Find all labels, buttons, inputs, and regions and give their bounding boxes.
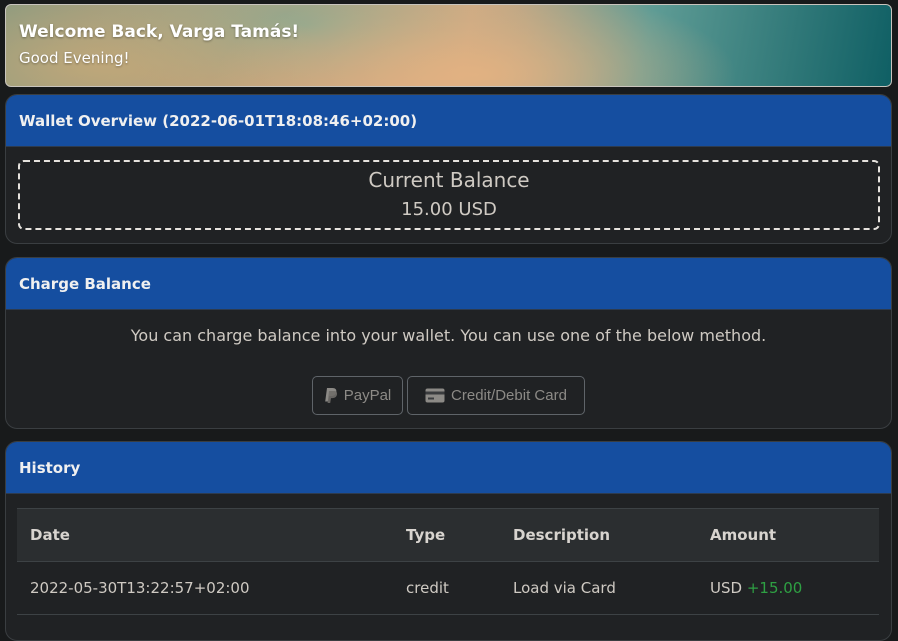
current-balance-label: Current Balance xyxy=(368,168,530,192)
row-date: 2022-05-30T13:22:57+02:00 xyxy=(17,561,393,615)
paypal-icon xyxy=(324,387,338,404)
current-balance-value: 15.00 USD xyxy=(401,199,497,220)
credit-debit-card-button[interactable]: Credit/Debit Card xyxy=(407,376,585,415)
charge-balance-header: Charge Balance xyxy=(6,258,891,310)
wallet-overview-header: Wallet Overview (2022-06-01T18:08:46+02:… xyxy=(6,95,891,147)
welcome-title: Welcome Back, Varga Tamás! xyxy=(19,22,300,42)
row-description: Load via Card xyxy=(500,561,697,615)
row-amount-currency: USD xyxy=(710,579,743,597)
charge-balance-card: Charge Balance You can charge balance in… xyxy=(5,257,892,429)
column-header-amount: Amount xyxy=(697,508,879,562)
history-header: History xyxy=(6,442,891,494)
paypal-button[interactable]: PayPal xyxy=(312,376,403,415)
greeting-text: Good Evening! xyxy=(19,49,130,67)
history-table: Date Type Description Amount 2022-05-30T… xyxy=(17,508,879,615)
current-balance-box: Current Balance 15.00 USD xyxy=(18,160,880,230)
column-header-date: Date xyxy=(17,508,393,562)
credit-card-icon xyxy=(425,388,445,403)
column-header-description: Description xyxy=(500,508,697,562)
history-table-header-row: Date Type Description Amount xyxy=(17,508,879,562)
wallet-overview-card: Wallet Overview (2022-06-01T18:08:46+02:… xyxy=(5,94,892,244)
charge-description: You can charge balance into your wallet.… xyxy=(130,326,767,345)
paypal-label: PayPal xyxy=(343,387,392,404)
welcome-banner: Welcome Back, Varga Tamás! Good Evening! xyxy=(5,4,892,87)
row-type: credit xyxy=(393,561,500,615)
row-amount-value: +15.00 xyxy=(746,579,803,597)
credit-debit-card-label: Credit/Debit Card xyxy=(451,387,567,404)
column-header-type: Type xyxy=(393,508,500,562)
history-card: History Date Type Description Amount 202… xyxy=(5,441,892,641)
history-table-wrapper: Date Type Description Amount 2022-05-30T… xyxy=(17,508,879,615)
table-row: 2022-05-30T13:22:57+02:00 credit Load vi… xyxy=(17,561,879,615)
row-amount: USD +15.00 xyxy=(697,561,879,615)
